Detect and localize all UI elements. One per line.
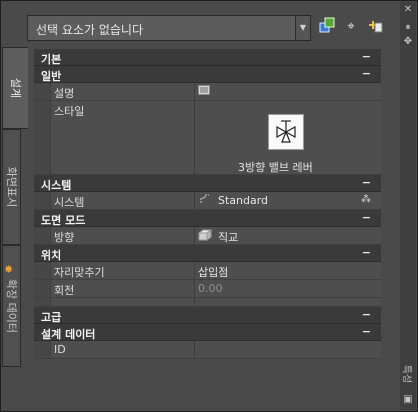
- section-advanced-title: 고급: [41, 311, 62, 324]
- tab-display[interactable]: 화면표시: [2, 129, 21, 245]
- property-row-placement[interactable]: ✸ 자리맞추기 삽입점: [4, 262, 381, 280]
- palette-icon[interactable]: ▣: [400, 394, 416, 405]
- quick-select-icon[interactable]: [317, 17, 337, 37]
- property-label: ID: [54, 343, 66, 356]
- tab-extended-data-label: 확장 데이터: [4, 278, 18, 334]
- section-system[interactable]: 시스템 −: [34, 175, 381, 192]
- section-location-title: 위치: [41, 249, 62, 262]
- system-color-icon: [200, 194, 210, 207]
- property-row-rotation[interactable]: 회전 0.00: [34, 280, 381, 298]
- sunburst-icon: ✸: [4, 263, 14, 276]
- property-label: 회전: [54, 284, 75, 297]
- close-icon[interactable]: ✕: [400, 4, 416, 15]
- property-row-style[interactable]: 스타일 3방향 밸브 레버: [34, 101, 381, 175]
- property-row-direction[interactable]: 방향 직교: [34, 227, 381, 245]
- direction-value: 직교: [218, 231, 239, 244]
- collapse-icon[interactable]: −: [362, 325, 371, 338]
- collapse-icon[interactable]: −: [362, 176, 371, 189]
- collapse-icon[interactable]: −: [362, 246, 371, 259]
- section-system-title: 시스템: [41, 179, 72, 192]
- palette-title: 특성: [400, 364, 412, 384]
- style-caption: 3방향 밸브 레버: [238, 161, 313, 174]
- valve-style-preview-icon[interactable]: [268, 114, 304, 150]
- tab-display-label: 화면표시: [4, 166, 18, 208]
- properties-menu-icon[interactable]: ✥: [400, 36, 416, 47]
- property-label: 자리맞추기: [54, 266, 105, 279]
- select-objects-icon[interactable]: ⌖: [341, 17, 361, 37]
- description-editor-icon[interactable]: [198, 85, 210, 98]
- system-browse-icon[interactable]: ⁂: [361, 194, 371, 205]
- property-row-description[interactable]: 설명: [34, 83, 381, 101]
- properties-palette: 설계 화면표시 확장 데이터 ✕ ⏸ ✥ 특성 ▣ 선택 요소가 없습니다 ▼ …: [0, 0, 418, 412]
- section-location[interactable]: 위치 −: [34, 245, 381, 262]
- rotation-value: 0.00: [198, 282, 223, 295]
- system-value: Standard: [218, 194, 269, 207]
- property-label: 스타일: [54, 105, 85, 118]
- collapse-icon[interactable]: −: [362, 67, 371, 80]
- toggle-pickadd-icon[interactable]: [365, 17, 385, 37]
- property-label: 시스템: [54, 196, 85, 209]
- section-design-data[interactable]: 설계 데이터 −: [34, 324, 381, 341]
- property-row-system[interactable]: 시스템 Standard ⁂: [34, 192, 381, 210]
- property-row-id[interactable]: ID: [34, 341, 381, 359]
- property-label: 설명: [54, 87, 75, 100]
- collapse-icon[interactable]: −: [362, 211, 371, 224]
- section-basic-title: 기본: [41, 53, 62, 66]
- selection-dropdown[interactable]: 선택 요소가 없습니다 ▼: [27, 15, 311, 41]
- property-grid: 기본 − 일반 − 설명 스타일 3방향 밸브 레버 시스템 − 시스템 Sta…: [4, 49, 381, 359]
- section-display-mode[interactable]: 도면 모드 −: [34, 210, 381, 227]
- selection-text: 선택 요소가 없습니다: [36, 23, 143, 37]
- spacer-row: [34, 298, 381, 307]
- section-advanced[interactable]: 고급 −: [34, 307, 381, 324]
- placement-value[interactable]: 삽입점: [198, 264, 228, 280]
- collapse-icon[interactable]: −: [362, 50, 371, 63]
- section-design-data-title: 설계 데이터: [41, 328, 96, 341]
- chevron-down-icon[interactable]: ▼: [295, 16, 310, 40]
- property-label: 방향: [54, 231, 75, 244]
- cube-icon: [197, 229, 213, 244]
- section-general-title: 일반: [41, 70, 62, 83]
- tab-design-label: 설계: [8, 77, 22, 99]
- section-basic[interactable]: 기본 −: [34, 49, 381, 66]
- tab-design[interactable]: 설계: [2, 47, 28, 129]
- collapse-icon[interactable]: −: [362, 308, 371, 321]
- auto-hide-icon[interactable]: ⏸: [400, 22, 416, 33]
- palette-title-strip: ✕ ⏸ ✥ 특성 ▣: [400, 2, 416, 410]
- section-general[interactable]: 일반 −: [34, 66, 381, 83]
- section-display-title: 도면 모드: [41, 214, 86, 227]
